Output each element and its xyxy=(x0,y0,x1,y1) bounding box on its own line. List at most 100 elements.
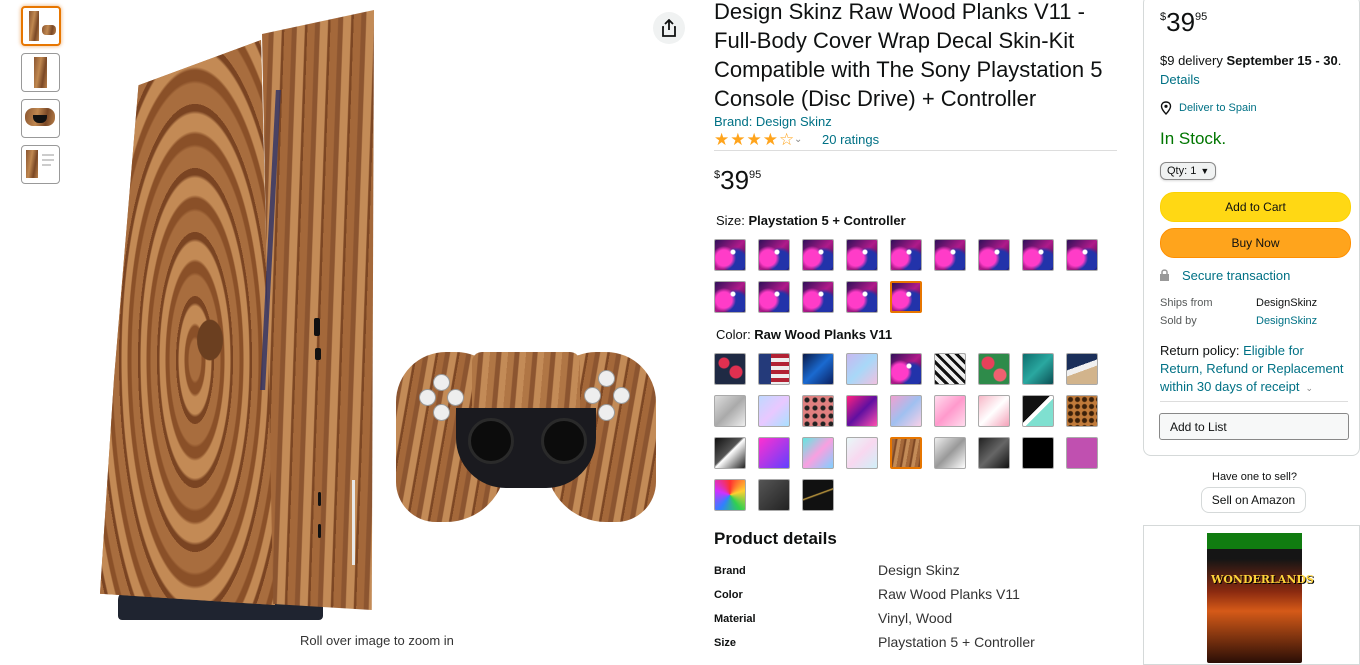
size-option[interactable] xyxy=(714,239,746,271)
thumbnail-3[interactable] xyxy=(21,99,60,138)
color-option[interactable] xyxy=(934,437,966,469)
price-fraction: 95 xyxy=(749,169,762,181)
ad-game-cover[interactable]: WONDERLANDS xyxy=(1207,533,1314,663)
thumbnail-4[interactable] xyxy=(21,145,60,184)
delivery-dates: September 15 - 30 xyxy=(1226,53,1338,68)
thumbnail-1[interactable] xyxy=(21,6,61,46)
detail-value: Raw Wood Planks V11 xyxy=(878,586,1020,602)
color-option[interactable] xyxy=(1022,353,1054,385)
color-option[interactable] xyxy=(714,479,746,511)
color-option[interactable] xyxy=(890,395,922,427)
size-option[interactable] xyxy=(1022,239,1054,271)
size-option[interactable] xyxy=(846,281,878,313)
secure-transaction-link[interactable]: Secure transaction xyxy=(1182,268,1290,283)
color-option[interactable] xyxy=(846,353,878,385)
size-option[interactable] xyxy=(934,239,966,271)
chevron-down-icon[interactable]: ⌄ xyxy=(794,134,802,145)
color-option[interactable] xyxy=(934,395,966,427)
color-option[interactable] xyxy=(1066,437,1098,469)
circle-button xyxy=(613,387,630,404)
lock-icon xyxy=(1159,268,1170,287)
color-option[interactable] xyxy=(758,353,790,385)
zoom-caption: Roll over image to zoom in xyxy=(300,633,454,648)
have-one-to-sell: Have one to sell? xyxy=(1212,471,1297,483)
detail-key: Color xyxy=(714,589,743,601)
color-option[interactable] xyxy=(758,437,790,469)
details-link[interactable]: Details xyxy=(1160,72,1200,87)
color-label: Color: xyxy=(716,327,755,342)
thumbnail-2[interactable] xyxy=(21,53,60,92)
color-option[interactable] xyxy=(890,353,922,385)
color-selection-label: Color: Raw Wood Planks V11 xyxy=(716,327,892,342)
detail-value: Vinyl, Wood xyxy=(878,610,953,626)
quantity-select[interactable]: Qty: 1 ▼ xyxy=(1160,162,1216,180)
size-option[interactable] xyxy=(978,239,1010,271)
price-fraction: 95 xyxy=(1195,11,1208,23)
size-selection-label: Size: Playstation 5 + Controller xyxy=(716,213,906,228)
color-option[interactable] xyxy=(1066,353,1098,385)
color-option[interactable] xyxy=(802,395,834,427)
console-port xyxy=(315,348,321,360)
color-option[interactable] xyxy=(714,395,746,427)
size-option[interactable] xyxy=(1066,239,1098,271)
cross-button xyxy=(598,404,615,421)
color-option-selected[interactable] xyxy=(890,437,922,469)
size-option-selected[interactable] xyxy=(890,281,922,313)
size-option[interactable] xyxy=(890,239,922,271)
color-option[interactable] xyxy=(714,353,746,385)
brand-link[interactable]: Brand: Design Skinz xyxy=(714,114,832,129)
color-option[interactable] xyxy=(802,479,834,511)
console-disc-slot xyxy=(352,480,355,565)
color-option[interactable] xyxy=(758,479,790,511)
share-icon[interactable] xyxy=(653,12,685,44)
chevron-down-icon[interactable]: ⌄ xyxy=(1305,383,1313,393)
ships-from-value: DesignSkinz xyxy=(1256,297,1318,309)
xbox-banner xyxy=(1207,533,1302,549)
console-vent xyxy=(318,524,321,538)
add-to-cart-button[interactable]: Add to Cart xyxy=(1160,192,1351,222)
dpad-right xyxy=(447,389,464,406)
add-to-list-button[interactable]: Add to List xyxy=(1159,413,1349,440)
color-option[interactable] xyxy=(1066,395,1098,427)
detail-value: Design Skinz xyxy=(878,562,960,578)
color-option[interactable] xyxy=(714,437,746,469)
size-option[interactable] xyxy=(802,239,834,271)
product-details-heading: Product details xyxy=(714,529,837,548)
delivery-suffix: . xyxy=(1337,53,1342,68)
return-policy: Return policy: Eligible for Return, Refu… xyxy=(1160,342,1348,397)
deliver-to-link[interactable]: Deliver to Spain xyxy=(1179,102,1257,114)
ratings-count-link[interactable]: 20 ratings xyxy=(822,132,879,147)
return-policy-label: Return policy: xyxy=(1160,343,1244,358)
color-option[interactable] xyxy=(1022,395,1054,427)
color-option[interactable] xyxy=(978,353,1010,385)
color-option[interactable] xyxy=(1022,437,1054,469)
size-value: Playstation 5 + Controller xyxy=(748,213,906,228)
size-option[interactable] xyxy=(802,281,834,313)
sold-by-label: Sold by xyxy=(1160,315,1197,327)
color-option[interactable] xyxy=(934,353,966,385)
right-stick xyxy=(541,418,587,464)
buy-now-button[interactable]: Buy Now xyxy=(1160,228,1351,258)
color-option[interactable] xyxy=(802,437,834,469)
color-option[interactable] xyxy=(846,437,878,469)
size-option[interactable] xyxy=(758,239,790,271)
sell-on-amazon-button[interactable]: Sell on Amazon xyxy=(1201,487,1306,513)
size-option[interactable] xyxy=(714,281,746,313)
controller-image xyxy=(396,352,656,527)
color-option[interactable] xyxy=(802,353,834,385)
delivery-info: $9 delivery September 15 - 30. xyxy=(1160,53,1341,68)
seller-link[interactable]: DesignSkinz xyxy=(1256,315,1317,327)
triangle-button xyxy=(598,370,615,387)
star-rating-icon[interactable]: ★★★★☆ xyxy=(714,130,795,150)
controller-touchpad xyxy=(472,352,580,412)
size-option[interactable] xyxy=(846,239,878,271)
game-title: WONDERLANDS xyxy=(1211,573,1314,586)
detail-key: Material xyxy=(714,613,756,625)
color-option[interactable] xyxy=(846,395,878,427)
color-option[interactable] xyxy=(978,395,1010,427)
chevron-down-icon: ▼ xyxy=(1200,166,1210,176)
size-option[interactable] xyxy=(758,281,790,313)
dpad-down xyxy=(433,404,450,421)
color-option[interactable] xyxy=(978,437,1010,469)
color-option[interactable] xyxy=(758,395,790,427)
